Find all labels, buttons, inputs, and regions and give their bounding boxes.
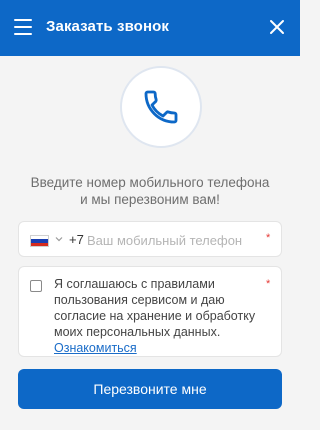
- phone-icon: [144, 90, 178, 124]
- modal-title: Заказать звонок: [46, 18, 169, 35]
- required-mark: *: [266, 278, 271, 290]
- consent-checkbox[interactable]: [30, 280, 42, 292]
- russia-flag-icon[interactable]: [30, 235, 49, 247]
- instruction-text: Введите номер мобильного телефона и мы п…: [0, 174, 300, 208]
- phone-field: +7 *: [18, 221, 282, 257]
- required-mark: *: [266, 232, 271, 244]
- menu-icon[interactable]: [14, 19, 32, 37]
- chevron-down-icon[interactable]: [55, 235, 63, 243]
- consent-label: Я соглашаюсь с правилами пользования сер…: [54, 277, 256, 339]
- consent-link[interactable]: Ознакомиться: [54, 341, 137, 355]
- modal-header: Заказать звонок: [0, 0, 300, 56]
- consent-box: Я соглашаюсь с правилами пользования сер…: [18, 266, 282, 357]
- call-me-button[interactable]: Перезвоните мне: [18, 369, 282, 409]
- close-icon[interactable]: [268, 18, 286, 36]
- phone-input[interactable]: [87, 229, 267, 251]
- instruction-line-2: и мы перезвоним вам!: [80, 192, 220, 207]
- phone-icon-badge: [120, 66, 202, 148]
- consent-text: Я соглашаюсь с правилами пользования сер…: [54, 276, 266, 356]
- country-code: +7: [69, 232, 84, 247]
- instruction-line-1: Введите номер мобильного телефона: [30, 175, 270, 190]
